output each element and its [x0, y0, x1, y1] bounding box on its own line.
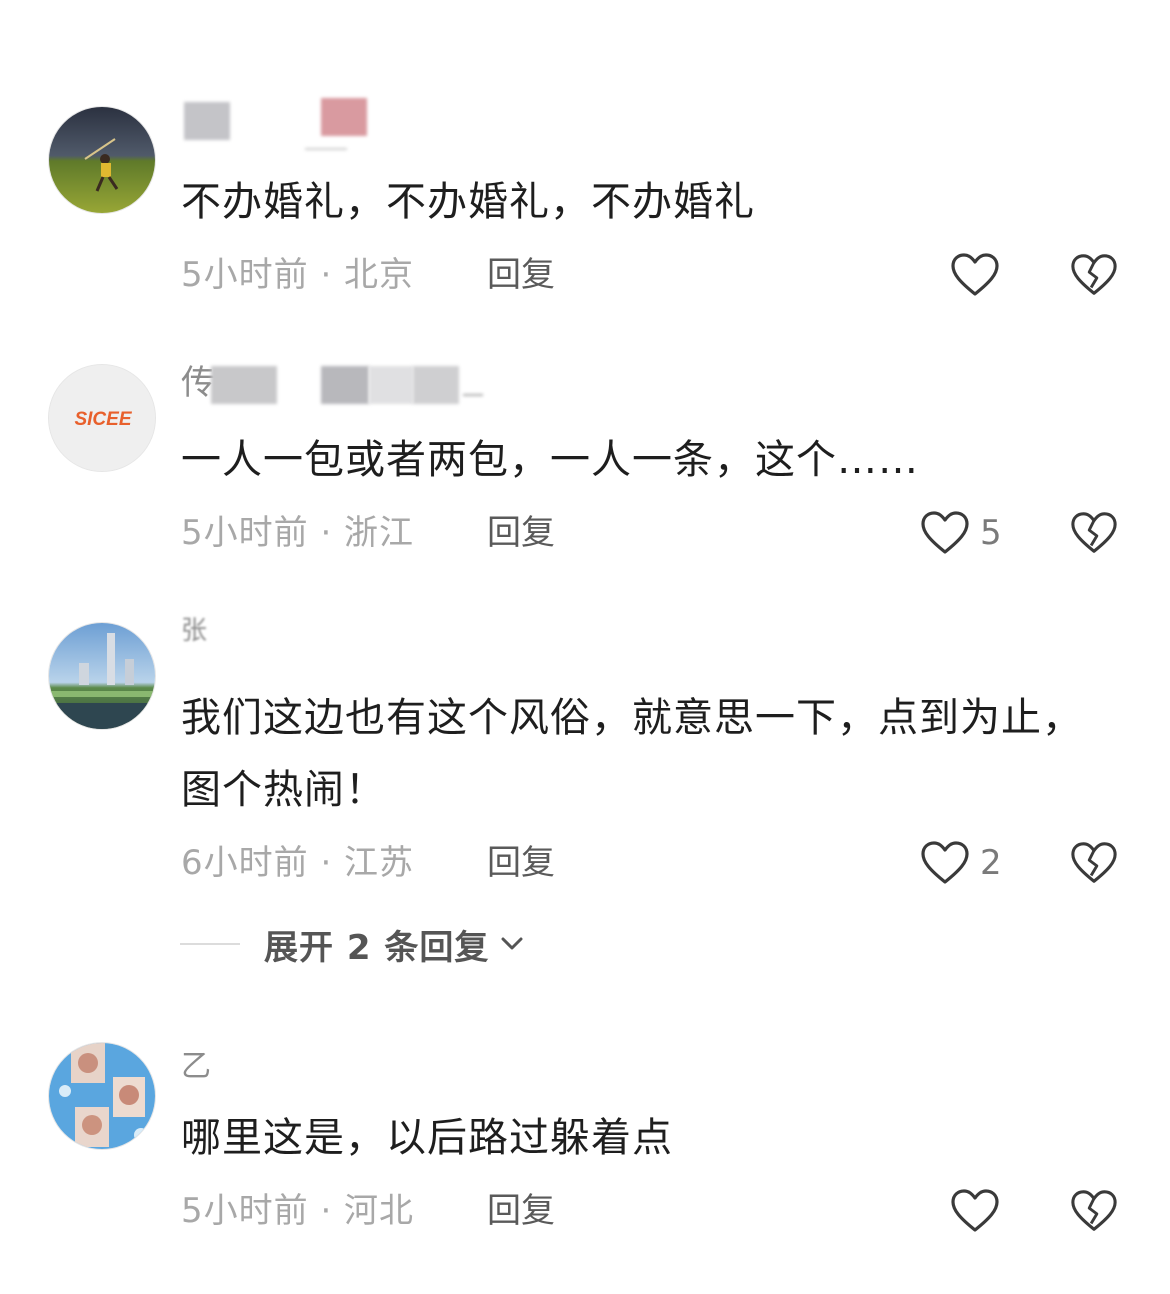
like-button[interactable]: 2 [920, 837, 1002, 889]
comment-list: 不办婚礼，不办婚礼，不办婚礼 5小时前 · 北京 回复 SICEE 传 一人一包… [0, 0, 1170, 1294]
like-button[interactable]: 5 [920, 507, 1002, 559]
chevron-down-icon [501, 937, 523, 950]
avatar[interactable] [48, 106, 156, 214]
heart-outline-icon [951, 1189, 999, 1232]
comment-text: 我们这边也有这个风俗，就意思一下，点到为止，图个热闹！ [181, 695, 1083, 813]
avatar[interactable] [48, 622, 156, 730]
reply-button[interactable]: 回复 [487, 249, 597, 301]
avatar[interactable]: SICEE [48, 364, 156, 472]
broken-heart-icon [1071, 254, 1117, 295]
dislike-button[interactable] [1070, 507, 1120, 559]
avatar-logo-text: SICEE [74, 409, 132, 430]
expand-replies-button[interactable]: 展开 2 条回复 [180, 918, 527, 970]
username[interactable]: 传 [181, 358, 501, 408]
like-count: 5 [980, 513, 1002, 553]
comment-time-location: 5小时前 · 北京 [181, 255, 415, 295]
dislike-button[interactable] [1070, 837, 1120, 889]
username[interactable]: 张 [181, 606, 301, 656]
avatar[interactable] [48, 1042, 156, 1150]
dislike-button[interactable] [1070, 1185, 1120, 1237]
divider [180, 943, 240, 945]
like-button[interactable] [950, 1185, 1010, 1237]
heart-outline-icon [921, 511, 969, 554]
like-button[interactable] [950, 249, 1010, 301]
comment-text: 哪里这是，以后路过躲着点 [181, 1115, 673, 1161]
username[interactable] [181, 98, 381, 150]
heart-outline-icon [921, 841, 969, 884]
like-count: 2 [980, 843, 1002, 883]
broken-heart-icon [1071, 512, 1117, 553]
comment-meta: 5小时前 · 北京 回复 [181, 249, 555, 301]
comment-meta: 6小时前 · 江苏 回复 [181, 837, 555, 889]
username[interactable]: 乙 [181, 1042, 301, 1092]
reply-button[interactable]: 回复 [487, 837, 597, 889]
comment-time-location: 6小时前 · 江苏 [181, 843, 415, 883]
heart-outline-icon [951, 253, 999, 296]
reply-button[interactable]: 回复 [487, 507, 597, 559]
broken-heart-icon [1071, 1190, 1117, 1231]
comment-meta: 5小时前 · 浙江 回复 [181, 507, 555, 559]
reply-button[interactable]: 回复 [487, 1185, 597, 1237]
comment-text: 不办婚礼，不办婚礼，不办婚礼 [181, 179, 755, 225]
comment-text: 一人一包或者两包，一人一条，这个…… [181, 437, 919, 483]
expand-replies-label: 展开 2 条回复 [264, 927, 490, 968]
broken-heart-icon [1071, 842, 1117, 883]
comment-meta: 5小时前 · 河北 回复 [181, 1185, 555, 1237]
comment-time-location: 5小时前 · 浙江 [181, 513, 415, 553]
dislike-button[interactable] [1070, 249, 1120, 301]
comment-time-location: 5小时前 · 河北 [181, 1191, 415, 1231]
